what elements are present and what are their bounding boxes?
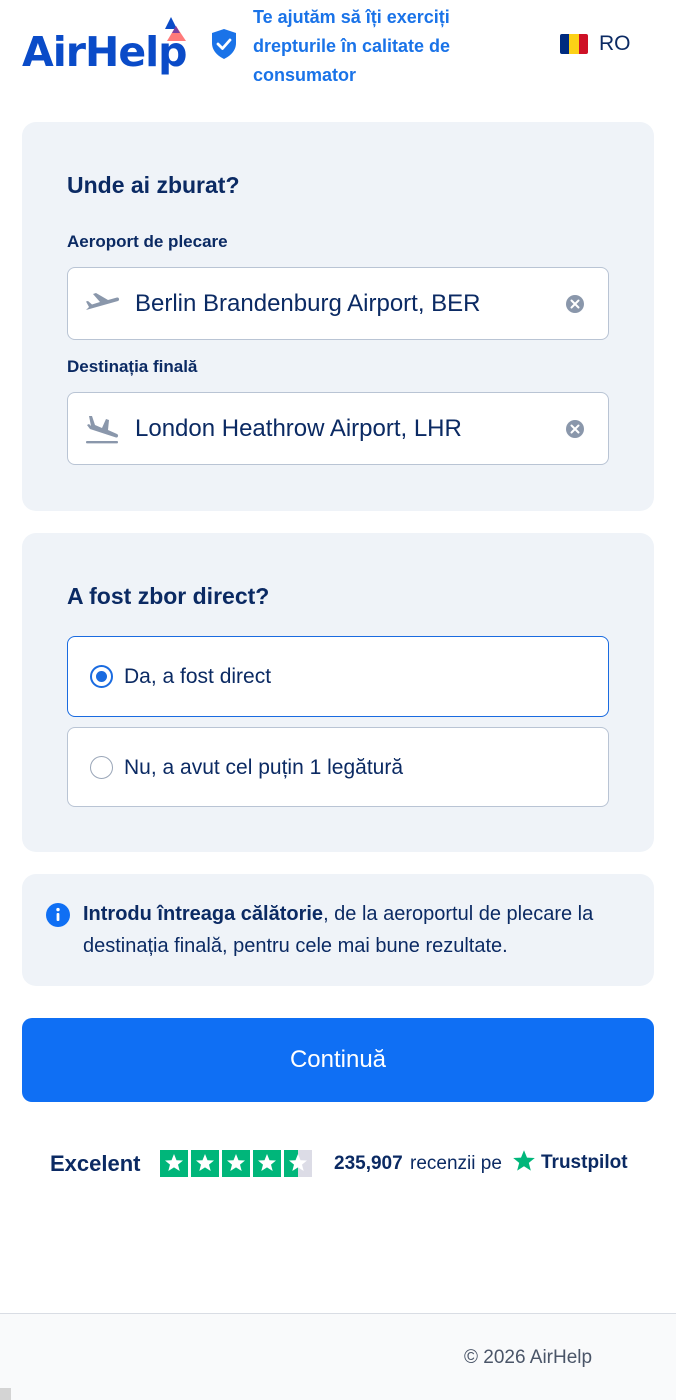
airhelp-logo[interactable]: AirHelp	[22, 16, 192, 76]
radio-option-direct[interactable]: Da, a fost direct	[67, 636, 609, 717]
romania-flag-icon	[560, 34, 588, 54]
trustpilot-stars	[160, 1150, 312, 1177]
info-text: Introdu întreaga călătorie, de la aeropo…	[83, 898, 643, 962]
header-tagline[interactable]: Te ajutăm să îți exerciți drepturile în …	[253, 3, 493, 90]
radio-button-selected[interactable]	[90, 665, 113, 688]
copyright: © 2026 AirHelp	[464, 1347, 593, 1368]
departure-label: Aeroport de plecare	[67, 232, 228, 251]
page: AirHelp Te ajutăm să îți exerciți dreptu…	[0, 0, 676, 1400]
trustpilot-reviews-text: recenzii pe	[410, 1153, 502, 1174]
half-star-icon	[284, 1150, 312, 1177]
radio-option-label: Nu, a avut cel puțin 1 legătură	[124, 756, 404, 779]
destination-value: London Heathrow Airport, LHR	[135, 415, 462, 442]
trustpilot-widget[interactable]: Excelent 235,907 recenzii pe Trustpilot	[50, 1148, 650, 1180]
departure-airport-field[interactable]: Berlin Brandenburg Airport, BER	[67, 267, 609, 340]
radio-option-label: Da, a fost direct	[124, 665, 272, 688]
clear-departure-icon[interactable]	[565, 294, 585, 314]
departure-value: Berlin Brandenburg Airport, BER	[135, 290, 481, 317]
direct-flight-title: A fost zbor direct?	[67, 583, 270, 609]
plane-takeoff-icon	[86, 293, 120, 310]
star-icon	[191, 1150, 219, 1177]
info-icon	[46, 903, 70, 927]
plane-landing-icon	[86, 416, 119, 444]
star-icon	[222, 1150, 250, 1177]
footer: © 2026 AirHelp	[0, 1314, 676, 1400]
clear-destination-icon[interactable]	[565, 419, 585, 439]
route-title: Unde ai zburat?	[67, 172, 240, 198]
star-icon	[253, 1150, 281, 1177]
radio-option-connection[interactable]: Nu, a avut cel puțin 1 legătură	[67, 727, 609, 807]
trustpilot-rating-word: Excelent	[50, 1151, 141, 1176]
route-card: Unde ai zburat? Aeroport de plecare Berl…	[22, 122, 654, 511]
direct-flight-card: A fost zbor direct? Da, a fost direct Nu…	[22, 533, 654, 852]
info-notice: Introdu întreaga călătorie, de la aeropo…	[22, 874, 654, 986]
destination-label: Destinația finală	[67, 357, 198, 376]
trustpilot-brand: Trustpilot	[541, 1152, 628, 1173]
trustpilot-star-icon	[513, 1150, 535, 1171]
trustpilot-review-count: 235,907	[334, 1153, 403, 1174]
info-text-bold: Introdu întreaga călătorie	[83, 903, 324, 925]
header: AirHelp Te ajutăm să îți exerciți dreptu…	[0, 0, 676, 100]
star-icon	[160, 1150, 188, 1177]
continue-button[interactable]: Continuă	[22, 1018, 654, 1102]
language-code: RO	[599, 32, 631, 55]
logo-mark-icon	[165, 17, 186, 41]
destination-airport-field[interactable]: London Heathrow Airport, LHR	[67, 392, 609, 465]
language-selector[interactable]: RO	[560, 32, 631, 56]
radio-button[interactable]	[90, 756, 113, 779]
shield-check-icon	[212, 29, 236, 59]
corner-mark	[0, 1388, 11, 1400]
